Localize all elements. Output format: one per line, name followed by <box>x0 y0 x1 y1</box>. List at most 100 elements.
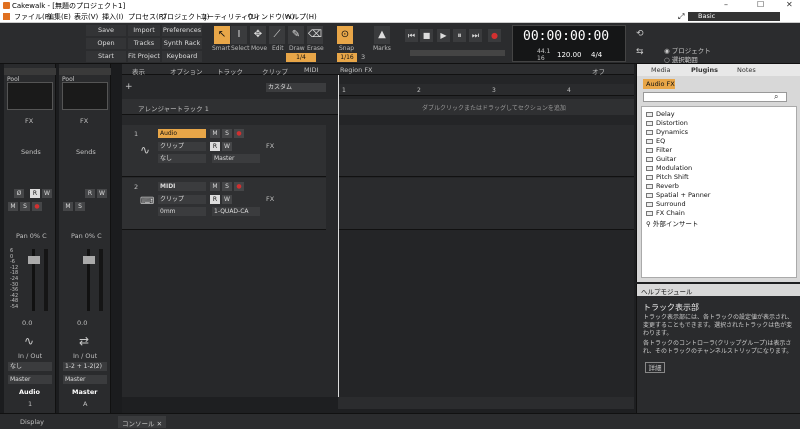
plugin-surround[interactable]: Surround <box>646 200 686 208</box>
close-tab-icon[interactable]: ✕ <box>157 420 162 428</box>
solo-button[interactable]: S <box>20 202 30 211</box>
menu-edit[interactable]: 編集(E) <box>47 12 71 22</box>
write-button[interactable]: W <box>222 142 232 151</box>
draw-tool-icon[interactable]: ✎ <box>288 26 304 44</box>
track-1[interactable]: 1 Audio M S ● クリップ R W FX なし Master ∿ <box>122 125 326 177</box>
start-screen-button[interactable]: Start Screen <box>86 51 126 71</box>
track-lane-2[interactable] <box>339 178 634 230</box>
solo-button[interactable]: S <box>222 129 232 138</box>
clip-select[interactable]: クリップ <box>158 142 206 151</box>
menu-help[interactable]: ヘルプ(H) <box>285 12 317 22</box>
mute-button[interactable]: M <box>63 202 73 211</box>
clip-select[interactable]: クリップ <box>158 195 206 204</box>
track-name-field[interactable]: Audio <box>158 129 206 138</box>
browser-search[interactable] <box>643 92 787 102</box>
minimize-button[interactable]: – <box>724 0 728 9</box>
view-tab-regionfx[interactable]: Region FX <box>340 66 373 74</box>
marks-icon[interactable]: ▲ <box>374 26 390 44</box>
track-output[interactable]: 1-QUAD-CA <box>212 207 260 216</box>
menu-insert[interactable]: 挿入(I) <box>102 12 124 22</box>
track-output[interactable]: Master <box>212 154 260 163</box>
edit-tool-icon[interactable]: ⟋ <box>269 26 285 44</box>
strip-input[interactable]: 1-2 + 1-2(2) <box>63 362 107 371</box>
plugin-guitar[interactable]: Guitar <box>646 155 676 163</box>
record-icon[interactable]: ● <box>488 29 501 42</box>
strip-pan[interactable]: Pan 0% C <box>71 232 102 240</box>
fit-project-button[interactable]: Fit Project <box>128 51 160 62</box>
display-tab[interactable]: Display <box>20 418 44 426</box>
record-arm-button[interactable]: ● <box>234 182 244 191</box>
maximize-button[interactable]: ☐ <box>757 0 764 9</box>
close-button[interactable]: ✕ <box>786 0 793 9</box>
write-button[interactable]: W <box>222 195 232 204</box>
console-tab[interactable]: コンソール ✕ <box>118 416 167 428</box>
snap-value[interactable]: 1/4 <box>286 53 316 62</box>
import-button[interactable]: Import <box>128 25 160 36</box>
timeline-ruler[interactable]: 1 2 3 4 <box>338 84 634 96</box>
menu-file[interactable]: ファイル(F) <box>14 12 52 22</box>
plugin-eq[interactable]: EQ <box>646 137 665 145</box>
track-input[interactable]: 0mm <box>158 207 206 216</box>
stop-icon[interactable]: ■ <box>420 29 433 42</box>
move-tool-icon[interactable]: ✥ <box>250 26 266 44</box>
plugin-reverb[interactable]: Reverb <box>646 182 679 190</box>
custom-select[interactable]: カスタム <box>266 83 326 92</box>
read-button[interactable]: R <box>210 195 220 204</box>
plugin-filter[interactable]: Filter <box>646 146 672 154</box>
now-time-marker[interactable] <box>338 75 339 397</box>
read-button[interactable]: R <box>210 142 220 151</box>
plugin-distortion[interactable]: Distortion <box>646 119 688 127</box>
pause-icon[interactable]: ⏸ <box>453 29 466 42</box>
resize-icon[interactable]: ⤢ <box>678 12 684 22</box>
preferences-button[interactable]: Preferences <box>162 25 202 36</box>
synth-rack-button[interactable]: Synth Rack <box>162 38 202 49</box>
tab-media[interactable]: Media <box>651 66 671 74</box>
rewind-icon[interactable]: ⏮ <box>405 29 418 42</box>
loop-icon[interactable]: ⟲ <box>636 29 644 39</box>
tab-plugins[interactable]: Plugins <box>691 66 718 74</box>
plugin-modulation[interactable]: Modulation <box>646 164 692 172</box>
audio-fx-select[interactable]: Audio FX <box>643 79 675 89</box>
plugin-dynamics[interactable]: Dynamics <box>646 128 688 136</box>
smart-tool-icon[interactable]: ↖ <box>214 26 230 44</box>
track-name-field[interactable]: MIDI <box>158 182 206 191</box>
open-button[interactable]: Open <box>86 38 126 49</box>
view-tab-midi[interactable]: MIDI <box>304 66 318 74</box>
mute-button[interactable]: M <box>210 182 220 191</box>
strip-name[interactable]: Audio <box>19 388 40 396</box>
track-fx-label[interactable]: FX <box>266 195 274 203</box>
eq-display[interactable] <box>7 82 53 110</box>
plugin-spatial[interactable]: Spatial + Panner <box>646 191 710 199</box>
solo-button[interactable]: S <box>75 202 85 211</box>
mute-button[interactable]: M <box>8 202 18 211</box>
horizontal-scrollbar[interactable] <box>338 397 634 409</box>
track-input[interactable]: なし <box>158 154 206 163</box>
workspace-select[interactable]: Basic <box>688 12 780 21</box>
strip-pan[interactable]: Pan 0% C <box>16 232 47 240</box>
plugin-external-insert[interactable]: ⚲ 外部インサート <box>646 218 698 228</box>
search-icon[interactable]: ⌕ <box>774 92 778 102</box>
forward-icon[interactable]: ⏭ <box>469 29 482 42</box>
add-track-icon[interactable]: + <box>125 82 133 92</box>
strip-name[interactable]: Master <box>72 388 97 396</box>
read-button[interactable]: R <box>30 189 40 198</box>
record-arm-button[interactable]: ● <box>32 202 42 211</box>
write-button[interactable]: W <box>42 189 52 198</box>
mute-button[interactable]: M <box>210 129 220 138</box>
help-detail-button[interactable]: 詳細 <box>645 362 665 373</box>
meter-value[interactable]: 4/4 <box>591 51 602 59</box>
strip-output[interactable]: Master <box>63 375 107 384</box>
position-slider[interactable] <box>410 50 505 56</box>
keyboard-button[interactable]: Keyboard <box>162 51 202 62</box>
play-icon[interactable]: ▶ <box>437 29 450 42</box>
tempo-value[interactable]: 120.00 <box>557 51 582 59</box>
phase-button[interactable]: Ø <box>14 189 24 198</box>
plugin-pitch-shift[interactable]: Pitch Shift <box>646 173 689 181</box>
track-2[interactable]: 2 MIDI M S ● クリップ R W FX 0mm 1-QUAD-CA ⌨ <box>122 178 326 230</box>
save-button[interactable]: Save <box>86 25 126 36</box>
erase-tool-icon[interactable]: ⌫ <box>307 26 323 44</box>
strip-output[interactable]: Master <box>8 375 52 384</box>
snap-icon[interactable]: ⊙ <box>337 26 353 44</box>
punch-icon[interactable]: ⇆ <box>636 47 644 57</box>
tracks-button[interactable]: Tracks <box>128 38 160 49</box>
